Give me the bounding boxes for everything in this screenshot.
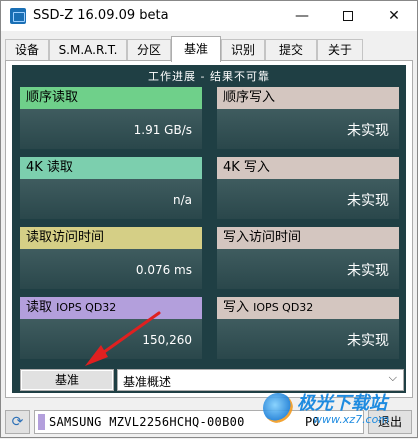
tile-seq-read: 顺序读取 1.91 GB/s <box>20 87 202 149</box>
chevron-down-icon: ⌵ <box>388 371 397 384</box>
benchmark-results-area: 工作进展 - 结果不可靠 顺序读取 1.91 GB/s 顺序写入 未实现 4K … <box>12 65 406 393</box>
tile-value: 未实现 <box>347 333 389 349</box>
drive-name: SAMSUNG MZVL2256HCHQ-00B00 <box>49 415 245 429</box>
status-title: 工作进展 - 结果不可靠 <box>148 70 270 83</box>
maximize-icon <box>343 11 353 21</box>
tab-smart[interactable]: S.M.A.R.T. <box>49 39 127 61</box>
tile-label: 4K 写入 <box>217 157 399 179</box>
tile-label: 写入访问时间 <box>217 227 399 249</box>
tile-value: 未实现 <box>347 123 389 139</box>
drive-color-swatch <box>38 414 45 430</box>
benchmark-mode-value: 基准概述 <box>123 375 172 389</box>
minimize-icon: — <box>295 8 309 24</box>
drive-selector[interactable]: SAMSUNG MZVL2256HCHQ-00B00 P0 <box>34 410 364 434</box>
benchmark-panel: 工作进展 - 结果不可靠 顺序读取 1.91 GB/s 顺序写入 未实现 4K … <box>5 60 413 398</box>
tab-submit[interactable]: 提交 <box>265 39 317 61</box>
drive-port: P0 <box>305 415 320 429</box>
tile-write-access-time: 写入访问时间 未实现 <box>217 227 399 289</box>
title-bar: SSD-Z 16.09.09 beta — ✕ <box>1 1 417 31</box>
close-icon: ✕ <box>388 8 400 24</box>
app-window: SSD-Z 16.09.09 beta — ✕ 设备 S.M.A.R.T. 分区… <box>0 0 418 438</box>
tab-partitions[interactable]: 分区 <box>127 39 171 61</box>
tile-label: 顺序读取 <box>20 87 202 109</box>
minimize-button[interactable]: — <box>279 1 325 31</box>
tile-write-iops: 写入 IOPS QD32 未实现 <box>217 297 399 359</box>
tab-benchmark[interactable]: 基准 <box>171 36 221 62</box>
benchmark-mode-select[interactable]: 基准概述 ⌵ <box>117 369 404 391</box>
tile-seq-write: 顺序写入 未实现 <box>217 87 399 149</box>
tile-read-access-time: 读取访问时间 0.076 ms <box>20 227 202 289</box>
close-button[interactable]: ✕ <box>371 1 417 31</box>
tile-read-iops: 读取 IOPS QD32 150,260 <box>20 297 202 359</box>
tile-label: 写入 IOPS QD32 <box>217 297 399 319</box>
refresh-button[interactable]: ⟳ <box>5 410 30 434</box>
run-benchmark-button[interactable]: 基准 <box>20 369 114 391</box>
tab-identify[interactable]: 识别 <box>221 39 265 61</box>
tile-label: 读取访问时间 <box>20 227 202 249</box>
tab-about[interactable]: 关于 <box>317 39 363 61</box>
tile-4k-read: 4K 读取 n/a <box>20 157 202 219</box>
tile-value: 1.91 GB/s <box>133 123 192 137</box>
tile-value: 未实现 <box>347 193 389 209</box>
tile-label: 4K 读取 <box>20 157 202 179</box>
tile-label: 读取 IOPS QD32 <box>20 297 202 319</box>
refresh-icon: ⟳ <box>11 414 24 430</box>
app-icon <box>10 8 26 24</box>
tile-label: 顺序写入 <box>217 87 399 109</box>
status-bar: ⟳ SAMSUNG MZVL2256HCHQ-00B00 P0 退出 <box>1 405 417 438</box>
tile-4k-write: 4K 写入 未实现 <box>217 157 399 219</box>
window-title: SSD-Z 16.09.09 beta <box>33 8 169 23</box>
tile-value: 未实现 <box>347 263 389 279</box>
maximize-button[interactable] <box>325 1 371 31</box>
tile-value: 150,260 <box>142 333 192 347</box>
tab-device[interactable]: 设备 <box>5 39 49 61</box>
tile-value: n/a <box>172 193 192 207</box>
tile-value: 0.076 ms <box>135 263 192 277</box>
exit-button[interactable]: 退出 <box>368 410 412 434</box>
